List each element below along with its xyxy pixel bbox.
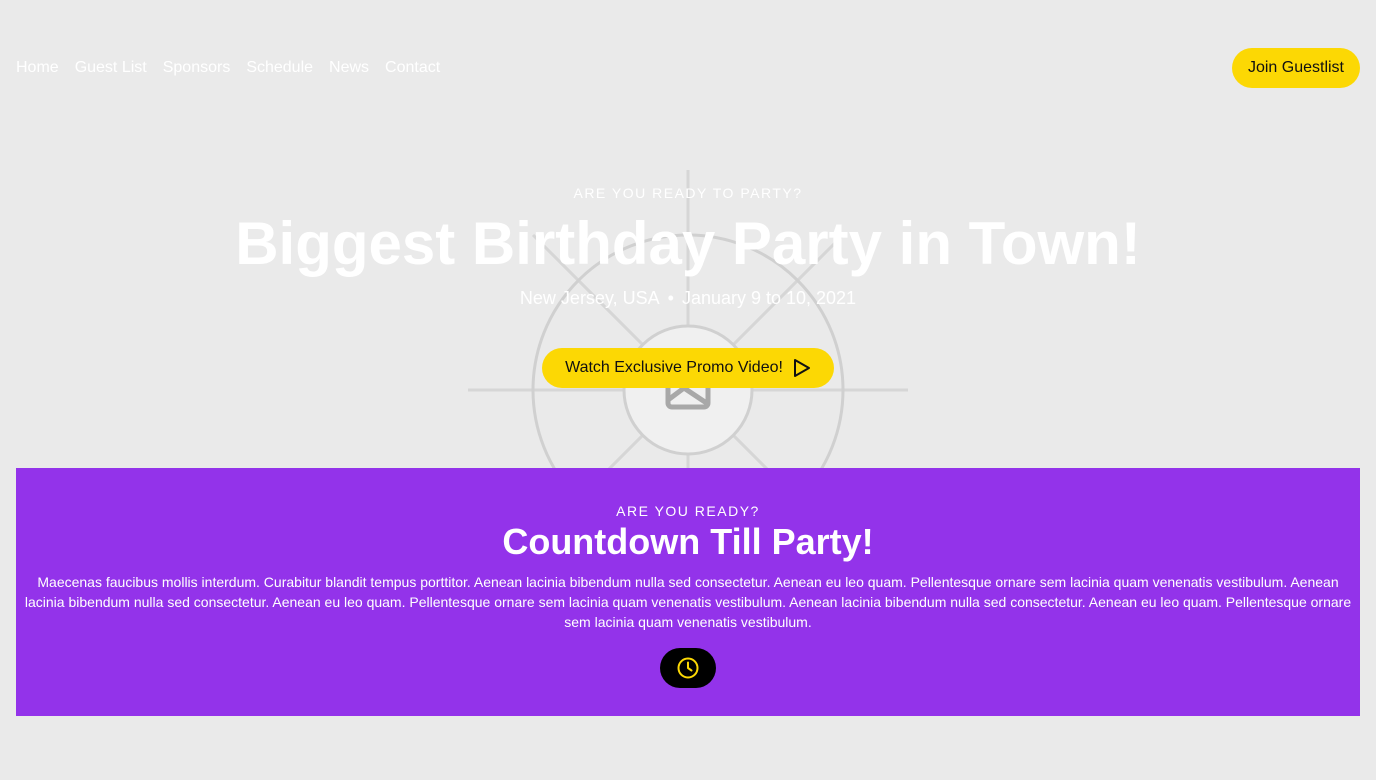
nav-home[interactable]: Home — [16, 58, 59, 78]
countdown-description: Maecenas faucibus mollis interdum. Curab… — [24, 574, 1352, 630]
countdown-eyebrow: ARE YOU READY? — [616, 503, 760, 519]
nav-guest-list[interactable]: Guest List — [75, 58, 147, 78]
hero-eyebrow: ARE YOU READY TO PARTY? — [573, 185, 803, 201]
hero-title: Biggest Birthday Party in Town! — [235, 210, 1141, 277]
event-location: New Jersey, USA — [519, 288, 660, 308]
clock-icon — [677, 657, 699, 679]
event-dates: January 9 to 10, 2021 — [681, 288, 857, 308]
nav-news[interactable]: News — [329, 58, 369, 78]
watch-promo-button[interactable]: Watch Exclusive Promo Video! — [542, 348, 834, 388]
nav-contact[interactable]: Contact — [385, 58, 440, 78]
event-details: New Jersey, USA • January 9 to 10, 2021 — [0, 286, 1376, 310]
promo-button-label: Watch Exclusive Promo Video! — [565, 359, 783, 376]
nav-sponsors[interactable]: Sponsors — [163, 58, 231, 78]
countdown-title: Countdown Till Party! — [502, 521, 874, 562]
meta-separator: • — [667, 288, 674, 308]
countdown-button[interactable] — [660, 648, 716, 688]
join-guestlist-button[interactable]: Join Guestlist — [1231, 48, 1360, 88]
play-icon — [793, 359, 810, 377]
page: Home Guest List Sponsors Schedule News C… — [0, 0, 1376, 780]
nav-schedule[interactable]: Schedule — [246, 58, 313, 78]
main-nav: Home Guest List Sponsors Schedule News C… — [16, 58, 440, 78]
countdown-section: ARE YOU READY? Countdown Till Party! Mae… — [16, 468, 1360, 716]
hero-section: ARE YOU READY TO PARTY? Biggest Birthday… — [0, 184, 1376, 310]
